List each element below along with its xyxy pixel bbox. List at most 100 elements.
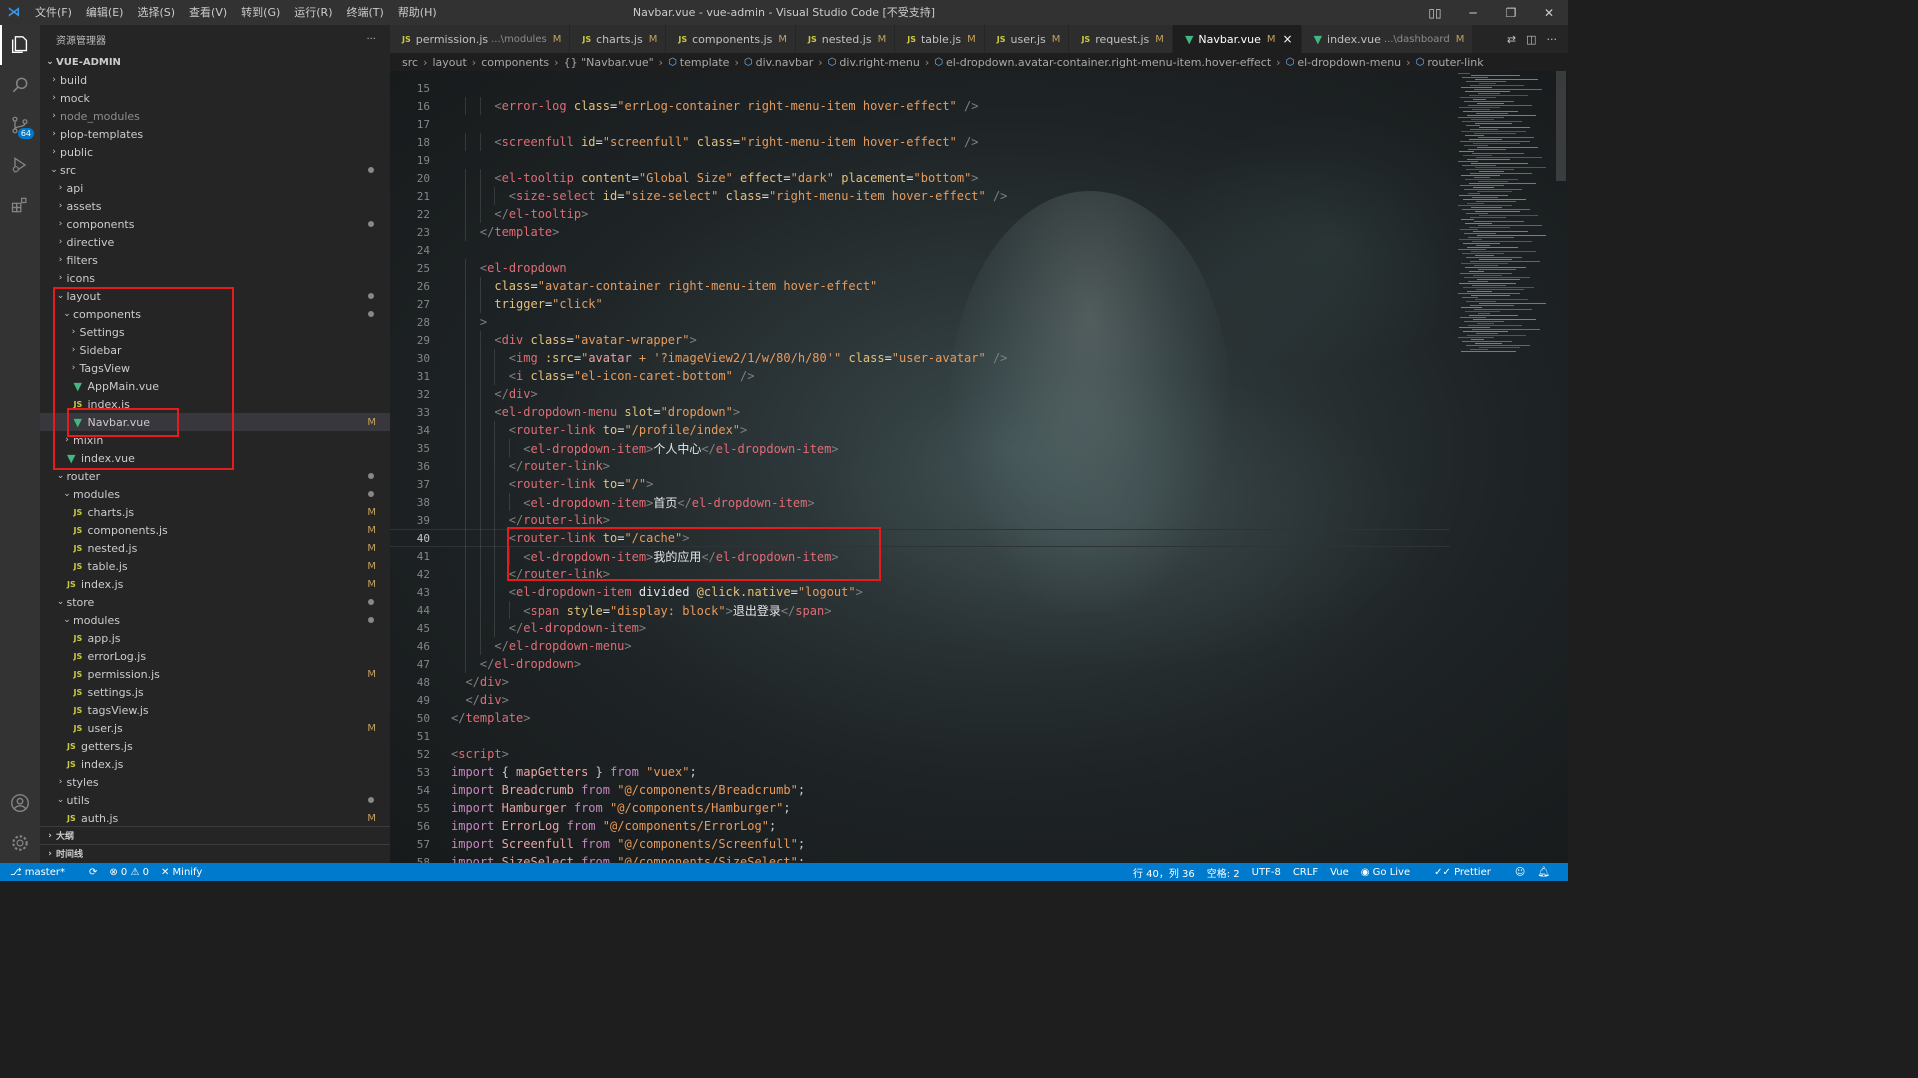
layout-icon[interactable]: ▯▯ bbox=[1416, 0, 1454, 25]
code-line[interactable]: 29 <div class="avatar-wrapper"> bbox=[390, 331, 1450, 349]
tree-file[interactable]: ▼ AppMain.vue bbox=[40, 377, 390, 395]
breadcrumb-item[interactable]: el-dropdown-menu bbox=[1297, 56, 1401, 69]
tree-file[interactable]: JS permission.js M bbox=[40, 665, 390, 683]
tree-folder[interactable]: › node_modules bbox=[40, 107, 390, 125]
minimap[interactable] bbox=[1454, 71, 1554, 371]
code-line[interactable]: 36 </router-link> bbox=[390, 457, 1450, 475]
editor-tab[interactable]: JS request.js M bbox=[1069, 25, 1173, 53]
tree-folder[interactable]: ⌄ src bbox=[40, 161, 390, 179]
compare-icon[interactable]: ⇄ bbox=[1507, 33, 1516, 46]
code-line[interactable]: 44 <span style="display: block">退出登录</sp… bbox=[390, 601, 1450, 619]
code-line[interactable]: 53 import { mapGetters } from "vuex"; bbox=[390, 763, 1450, 781]
code-line[interactable]: 39 </router-link> bbox=[390, 511, 1450, 529]
minify-status[interactable]: ✕ Minify bbox=[161, 867, 214, 878]
code-line[interactable]: 21 <size-select id="size-select" class="… bbox=[390, 187, 1450, 205]
breadcrumb-item[interactable]: src bbox=[402, 56, 418, 69]
tree-file[interactable]: ▼ Navbar.vue M bbox=[40, 413, 390, 431]
code-line[interactable]: 48 </div> bbox=[390, 673, 1450, 691]
code-line[interactable]: 38 <el-dropdown-item>首页</el-dropdown-ite… bbox=[390, 493, 1450, 511]
tree-folder[interactable]: › Sidebar bbox=[40, 341, 390, 359]
menu-item[interactable]: 终端(T) bbox=[340, 0, 391, 25]
sync-icon[interactable]: ⟳ bbox=[89, 867, 97, 878]
code-line[interactable]: 58 import SizeSelect from "@/components/S… bbox=[390, 853, 1450, 863]
tree-folder[interactable]: ⌄ utils bbox=[40, 791, 390, 809]
breadcrumb-item[interactable]: layout bbox=[432, 56, 466, 69]
menu-item[interactable]: 帮助(H) bbox=[391, 0, 444, 25]
code-line[interactable]: 31 <i class="el-icon-caret-bottom" /> bbox=[390, 367, 1450, 385]
menu-item[interactable]: 选择(S) bbox=[130, 0, 182, 25]
tree-folder[interactable]: › Settings bbox=[40, 323, 390, 341]
code-line[interactable]: 19 bbox=[390, 151, 1450, 169]
code-line[interactable]: 33 <el-dropdown-menu slot="dropdown"> bbox=[390, 403, 1450, 421]
tree-folder[interactable]: › build bbox=[40, 71, 390, 89]
editor-tab[interactable]: ▼ Navbar.vue M × bbox=[1172, 25, 1302, 53]
breadcrumb-item[interactable]: template bbox=[680, 56, 730, 69]
tree-folder[interactable]: › public bbox=[40, 143, 390, 161]
breadcrumb-item[interactable]: router-link bbox=[1427, 56, 1483, 69]
tree-folder[interactable]: › TagsView bbox=[40, 359, 390, 377]
code-line[interactable]: 23 </template> bbox=[390, 223, 1450, 241]
code-line[interactable]: 26 class="avatar-container right-menu-it… bbox=[390, 277, 1450, 295]
menu-item[interactable]: 文件(F) bbox=[28, 0, 79, 25]
menu-item[interactable]: 编辑(E) bbox=[79, 0, 131, 25]
source-control-activity[interactable]: 64 bbox=[0, 105, 40, 145]
editor-tab[interactable]: JS charts.js M bbox=[570, 25, 667, 53]
code-line[interactable]: 24 bbox=[390, 241, 1450, 259]
code-line[interactable]: 15 bbox=[390, 79, 1450, 97]
tree-folder[interactable]: › api bbox=[40, 179, 390, 197]
indentation-status[interactable]: 空格: 2 bbox=[1207, 865, 1240, 880]
tree-folder[interactable]: ⌄ store bbox=[40, 593, 390, 611]
editor-tab[interactable]: JS components.js M bbox=[666, 25, 796, 53]
code-line[interactable]: 46 </el-dropdown-menu> bbox=[390, 637, 1450, 655]
breadcrumb-item[interactable]: div.navbar bbox=[756, 56, 814, 69]
menu-item[interactable]: 转到(G) bbox=[234, 0, 287, 25]
code-line[interactable]: 25 <el-dropdown bbox=[390, 259, 1450, 277]
more-actions-icon[interactable]: ··· bbox=[366, 34, 376, 45]
tree-folder[interactable]: › assets bbox=[40, 197, 390, 215]
cursor-position[interactable]: 行 40，列 36 bbox=[1133, 865, 1195, 880]
code-line[interactable]: 43 <el-dropdown-item divided @click.nati… bbox=[390, 583, 1450, 601]
restore-button[interactable]: ❐ bbox=[1492, 0, 1530, 25]
tree-folder[interactable]: › filters bbox=[40, 251, 390, 269]
tree-folder[interactable]: › mock bbox=[40, 89, 390, 107]
code-line[interactable]: 42 </router-link> bbox=[390, 565, 1450, 583]
timeline-section[interactable]: › 时间线 bbox=[40, 844, 390, 862]
close-window-button[interactable]: ✕ bbox=[1530, 0, 1568, 25]
split-editor-icon[interactable]: ◫ bbox=[1526, 33, 1536, 46]
tree-file[interactable]: JS app.js bbox=[40, 629, 390, 647]
breadcrumb-item[interactable]: {} "Navbar.vue" bbox=[564, 56, 654, 69]
menu-item[interactable]: 查看(V) bbox=[182, 0, 234, 25]
manage-activity[interactable] bbox=[0, 823, 40, 863]
code-line[interactable]: 35 <el-dropdown-item>个人中心</el-dropdown-i… bbox=[390, 439, 1450, 457]
tree-file[interactable]: JS index.js M bbox=[40, 575, 390, 593]
more-actions-icon[interactable]: ··· bbox=[1547, 33, 1558, 46]
menu-item[interactable]: 运行(R) bbox=[287, 0, 339, 25]
problems-status[interactable]: ⊗ 0 ⚠ 0 bbox=[109, 867, 149, 878]
tree-file[interactable]: JS user.js M bbox=[40, 719, 390, 737]
code-line[interactable]: 18 <screenfull id="screenfull" class="ri… bbox=[390, 133, 1450, 151]
feedback-icon[interactable]: ☺ bbox=[1515, 867, 1525, 878]
editor-tab[interactable]: JS user.js M bbox=[984, 25, 1070, 53]
tree-file[interactable]: JS settings.js bbox=[40, 683, 390, 701]
code-line[interactable]: 49 </div> bbox=[390, 691, 1450, 709]
extensions-activity[interactable] bbox=[0, 185, 40, 225]
code-line[interactable]: 57 import Screenfull from "@/components/S… bbox=[390, 835, 1450, 853]
tree-file[interactable]: JS nested.js M bbox=[40, 539, 390, 557]
eol-status[interactable]: CRLF bbox=[1293, 867, 1318, 878]
tree-file[interactable]: JS index.js bbox=[40, 395, 390, 413]
accounts-activity[interactable] bbox=[0, 783, 40, 823]
code-line[interactable]: 55 import Hamburger from "@/components/Ha… bbox=[390, 799, 1450, 817]
tree-file[interactable]: JS charts.js M bbox=[40, 503, 390, 521]
tree-folder[interactable]: › mixin bbox=[40, 431, 390, 449]
code-line[interactable]: 52 <script> bbox=[390, 745, 1450, 763]
code-line[interactable]: 27 trigger="click" bbox=[390, 295, 1450, 313]
notifications-icon[interactable]: 🔔︎ bbox=[1537, 867, 1550, 878]
tree-folder[interactable]: ⌄ components bbox=[40, 305, 390, 323]
code-line[interactable]: 37 <router-link to="/"> bbox=[390, 475, 1450, 493]
tree-file[interactable]: JS getters.js bbox=[40, 737, 390, 755]
scrollbar-thumb[interactable] bbox=[1556, 71, 1566, 181]
tree-file[interactable]: JS errorLog.js bbox=[40, 647, 390, 665]
minimize-button[interactable]: ─ bbox=[1454, 0, 1492, 25]
tree-folder[interactable]: › components bbox=[40, 215, 390, 233]
code-line[interactable]: 17 bbox=[390, 115, 1450, 133]
